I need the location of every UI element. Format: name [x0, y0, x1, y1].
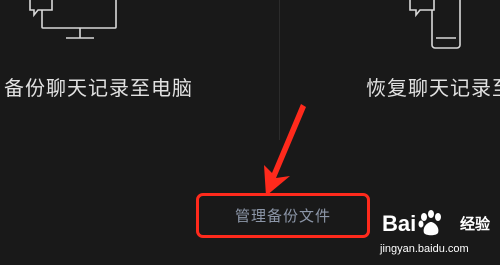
watermark-jingyan-text: 经验	[460, 215, 491, 233]
baidu-jingyan-watermark: Bai 经验 jingyan.baidu.com	[378, 207, 498, 263]
watermark-logo-text: Bai	[382, 211, 417, 236]
baidu-paw-icon	[418, 210, 441, 236]
manage-backup-files-label: 管理备份文件	[234, 207, 331, 225]
manage-backup-files-button[interactable]: 管理备份文件	[196, 193, 370, 238]
watermark-url: jingyan.baidu.com	[380, 243, 469, 255]
